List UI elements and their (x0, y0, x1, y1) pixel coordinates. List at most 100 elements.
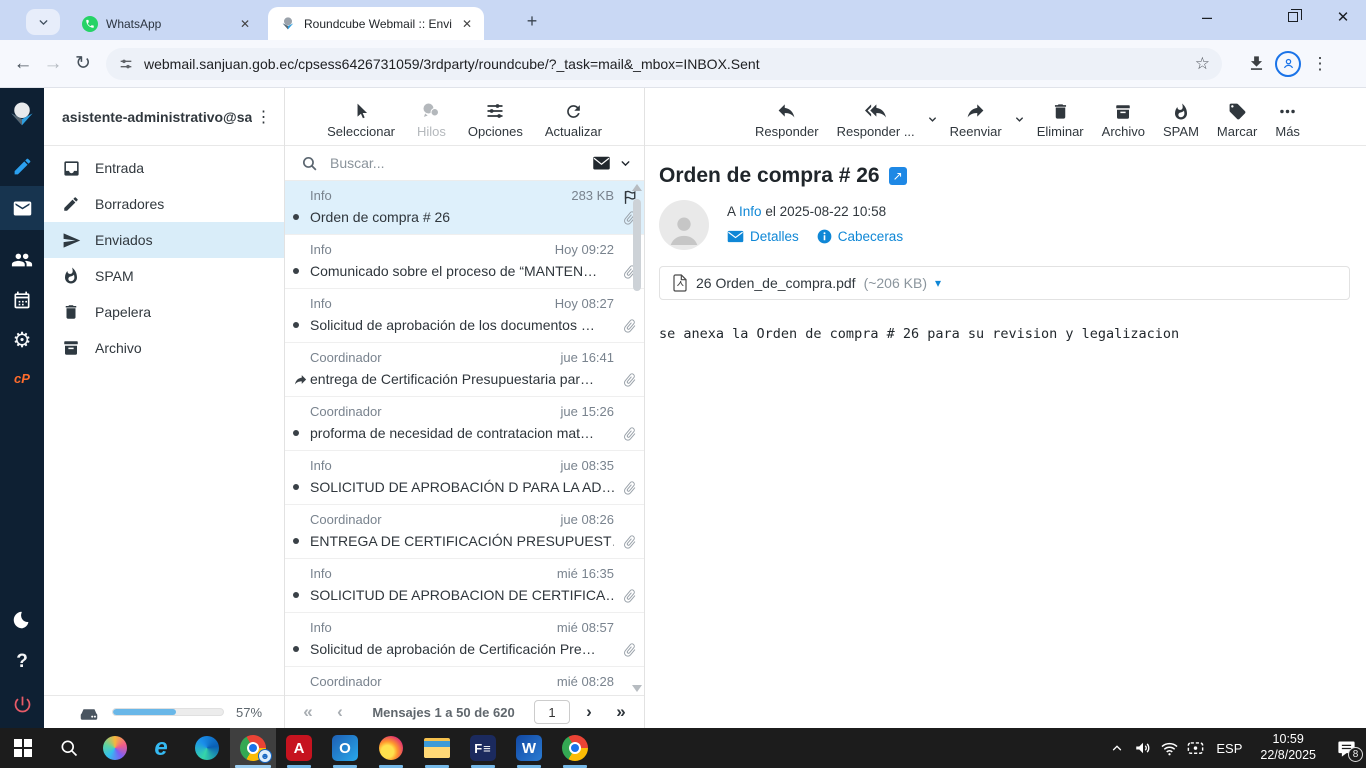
meet-now-icon[interactable] (1182, 728, 1208, 768)
spam-button[interactable]: SPAM (1163, 103, 1199, 139)
search-input[interactable] (328, 154, 582, 172)
downloads-button[interactable] (1240, 48, 1272, 80)
folder-borradores[interactable]: Borradores (44, 186, 284, 222)
profile-button[interactable] (1272, 48, 1304, 80)
volume-icon[interactable] (1130, 728, 1156, 768)
account-menu-button[interactable]: ⋮ (252, 107, 276, 127)
message-row[interactable]: Coordinador jue 15:26 proforma de necesi… (285, 397, 644, 451)
last-page-button[interactable]: » (608, 702, 634, 722)
message-row[interactable]: Info Hoy 09:22 Comunicado sobre el proce… (285, 235, 644, 289)
chrome-active-button[interactable]: ☻ (230, 728, 276, 768)
forward-button[interactable]: → (38, 49, 68, 79)
select-label: Seleccionar (327, 124, 396, 139)
calendar-nav-button[interactable] (0, 280, 44, 320)
settings-nav-button[interactable]: ⚙ (0, 320, 44, 360)
word-button[interactable]: W (506, 728, 552, 768)
copilot-button[interactable] (92, 728, 138, 768)
delete-button[interactable]: Eliminar (1037, 102, 1084, 139)
scroll-down-arrow[interactable] (632, 685, 642, 692)
tab-close-icon[interactable]: ✕ (238, 15, 252, 33)
start-button[interactable] (0, 728, 46, 768)
chrome-secondary-button[interactable] (552, 728, 598, 768)
page-number-input[interactable] (534, 700, 570, 724)
outlook-button[interactable]: O (322, 728, 368, 768)
roundcube-favicon (280, 16, 296, 32)
reply-all-button[interactable]: Responder ... (837, 100, 915, 139)
trash-icon (62, 303, 81, 321)
mark-button[interactable]: Marcar (1217, 102, 1257, 139)
tab-search-button[interactable] (26, 9, 60, 35)
site-settings-icon[interactable] (118, 56, 134, 72)
f-app-button[interactable]: F≡ (460, 728, 506, 768)
tab-roundcube[interactable]: Roundcube Webmail :: Enviados ✕ (268, 7, 484, 40)
list-scrollbar[interactable] (631, 184, 643, 692)
reply-button[interactable]: Responder (755, 100, 819, 139)
scroll-thumb[interactable] (633, 199, 641, 291)
scroll-up-arrow[interactable] (632, 184, 642, 191)
attachment-row[interactable]: 26 Orden_de_compra.pdf (~206 KB) ▾ (659, 266, 1350, 300)
forward-menu-caret[interactable] (1014, 114, 1025, 125)
folder-spam[interactable]: SPAM (44, 258, 284, 294)
message-row[interactable]: Info mié 08:57 Solicitud de aprobación d… (285, 613, 644, 667)
firefox-button[interactable] (368, 728, 414, 768)
reload-button[interactable]: ↻ (68, 49, 98, 79)
dark-mode-button[interactable] (0, 600, 44, 640)
window-minimize-button[interactable]: – (1186, 0, 1228, 34)
headers-toggle[interactable]: Cabeceras (817, 229, 903, 244)
attachment-menu-caret[interactable]: ▾ (935, 276, 941, 290)
open-in-new-icon[interactable]: ↗ (888, 167, 907, 185)
notification-center-button[interactable]: 8 (1326, 728, 1366, 768)
refresh-button[interactable]: Actualizar (545, 102, 602, 139)
compose-button[interactable] (0, 146, 44, 186)
new-tab-button[interactable]: + (521, 10, 543, 32)
bookmark-star-icon[interactable]: ☆ (1195, 54, 1210, 74)
edge-button[interactable] (184, 728, 230, 768)
tray-expand-button[interactable] (1104, 728, 1130, 768)
window-close-button[interactable]: ✕ (1322, 0, 1364, 34)
folder-entrada[interactable]: Entrada (44, 150, 284, 186)
acrobat-button[interactable]: A (276, 728, 322, 768)
select-button[interactable]: Seleccionar (327, 102, 395, 139)
help-button[interactable]: ? (0, 642, 44, 682)
language-indicator[interactable]: ESP (1208, 741, 1250, 756)
message-row[interactable]: Coordinador mié 08:28 (285, 667, 644, 695)
threads-button[interactable]: Hilos (417, 101, 446, 139)
message-row[interactable]: Info Hoy 08:27 Solicitud de aprobación d… (285, 289, 644, 343)
folder-papelera[interactable]: Papelera (44, 294, 284, 330)
message-row[interactable]: Coordinador jue 08:26 ENTREGA DE CERTIFI… (285, 505, 644, 559)
message-row[interactable]: Info mié 16:35 SOLICITUD DE APROBACION D… (285, 559, 644, 613)
options-button[interactable]: Opciones (468, 101, 523, 139)
taskbar-search-button[interactable] (46, 728, 92, 768)
details-toggle[interactable]: Detalles (727, 229, 799, 244)
back-button[interactable]: ← (8, 49, 38, 79)
mail-nav-button[interactable] (0, 186, 44, 230)
prev-page-button[interactable]: ‹ (327, 702, 353, 722)
tab-close-icon[interactable]: ✕ (460, 15, 474, 33)
address-bar[interactable]: webmail.sanjuan.gob.ec/cpsess6426731059/… (106, 47, 1222, 80)
browser-menu-button[interactable]: ⋮ (1304, 48, 1336, 80)
internet-explorer-button[interactable]: e (138, 728, 184, 768)
wifi-icon[interactable] (1156, 728, 1182, 768)
tab-whatsapp[interactable]: WhatsApp ✕ (70, 7, 262, 40)
message-subject: SOLICITUD DE APROBACION DE CERTIFICA… (310, 587, 614, 603)
message-row[interactable]: Info 283 KB Orden de compra # 26 (285, 181, 644, 235)
forward-button[interactable]: Reenviar (950, 100, 1002, 139)
reply-all-menu-caret[interactable] (927, 114, 938, 125)
message-row[interactable]: Coordinador jue 16:41 entrega de Certifi… (285, 343, 644, 397)
cpanel-icon[interactable]: cP (0, 358, 44, 398)
more-button[interactable]: Más (1275, 102, 1300, 139)
contacts-nav-button[interactable] (0, 240, 44, 280)
file-explorer-button[interactable] (414, 728, 460, 768)
clock[interactable]: 10:59 22/8/2025 (1250, 732, 1326, 763)
window-restore-button[interactable] (1272, 0, 1314, 34)
search-scope-button[interactable] (592, 156, 632, 171)
recipient-link[interactable]: Info (739, 204, 762, 219)
windows-logo-icon (14, 739, 32, 757)
next-page-button[interactable]: › (576, 702, 602, 722)
logout-button[interactable] (0, 684, 44, 724)
archive-button[interactable]: Archivo (1102, 103, 1145, 139)
folder-archivo[interactable]: Archivo (44, 330, 284, 366)
folder-enviados[interactable]: Enviados (44, 222, 284, 258)
message-row[interactable]: Info jue 08:35 SOLICITUD DE APROBACIÓN D… (285, 451, 644, 505)
first-page-button[interactable]: « (295, 702, 321, 722)
